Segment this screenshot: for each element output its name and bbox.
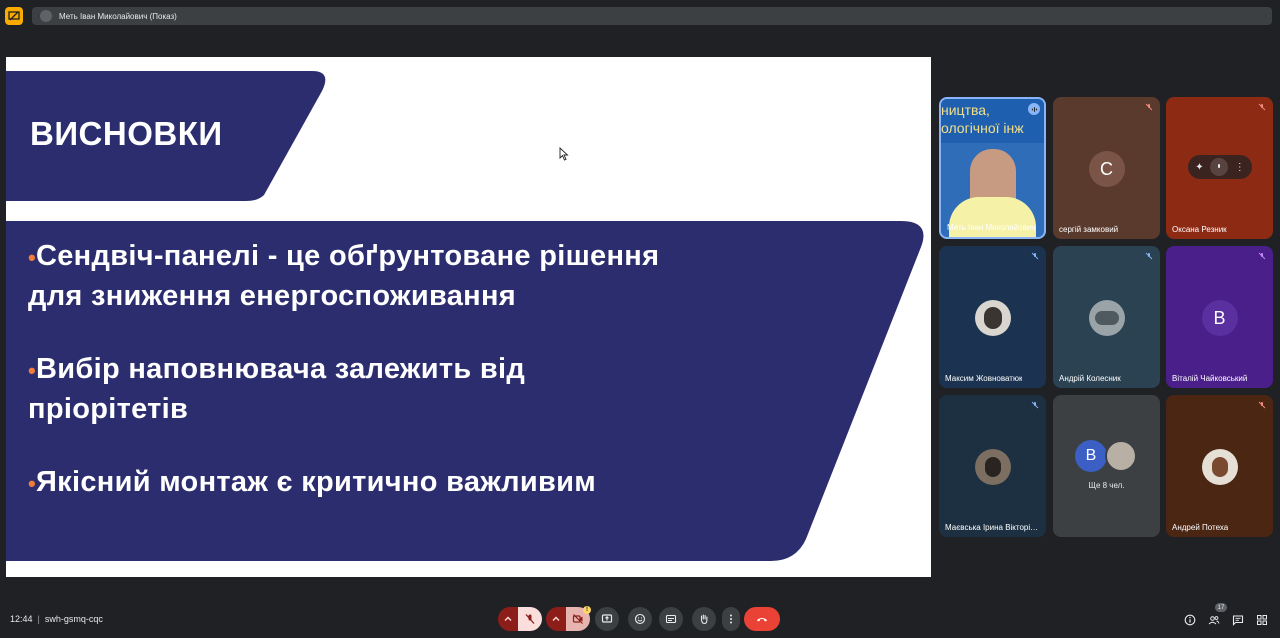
participant-tile[interactable]: В Віталій Чайковський [1166, 246, 1273, 388]
shared-slide: ВИСНОВКИ •Сендвіч-панелі - це обґрунтова… [6, 57, 931, 577]
bullet-1: •Сендвіч-панелі - це обґрунтоване рішенн… [28, 237, 788, 315]
mouse-cursor-icon [559, 147, 569, 161]
meeting-info: 12:44 | swh-gsmq-cqc [10, 614, 103, 624]
more-vert-icon [730, 614, 732, 624]
leave-call-button[interactable] [744, 607, 780, 631]
participant-tile[interactable]: Максим Жовноватюк [939, 246, 1046, 388]
audio-options-button[interactable] [498, 607, 518, 631]
participant-name: сергій замковий [1059, 225, 1119, 234]
camera-warning-badge: ! [583, 606, 591, 614]
mic-off-icon [525, 614, 535, 624]
bullet-2-line-1: Вибір наповнювача залежить від [36, 353, 526, 385]
mic-off-icon [1257, 400, 1267, 410]
reactions-button[interactable] [628, 607, 652, 631]
speaking-indicator-icon [1028, 103, 1040, 115]
participant-tile[interactable]: Маєвська Ірина Вікторівна [939, 395, 1046, 537]
mic-off-icon [1144, 102, 1154, 112]
participant-name: Меть Іван Миколайович [947, 223, 1036, 232]
presentation-bar[interactable]: Меть Іван Миколайович (Показ) [32, 7, 1272, 25]
avatar [1105, 440, 1137, 472]
clock: 12:44 [10, 614, 33, 624]
participant-tile[interactable]: С сергій замковий [1053, 97, 1160, 239]
hand-icon [700, 614, 708, 625]
participant-tile-active-speaker[interactable]: ництва, ологічної інж Меть Іван Миколайо… [939, 97, 1046, 239]
chat-button[interactable] [1230, 612, 1246, 628]
people-count-badge: 17 [1215, 603, 1227, 612]
chevron-up-icon [504, 616, 512, 621]
camera-off-icon [572, 614, 583, 624]
meet-logo-icon [5, 7, 23, 25]
mic-toggle-button[interactable] [518, 607, 542, 631]
more-participants-tile[interactable]: В Ще 8 чел. [1053, 395, 1160, 537]
mic-off-icon [1257, 102, 1267, 112]
info-icon [1184, 614, 1196, 626]
avatar [974, 300, 1011, 336]
chat-icon [1232, 615, 1244, 626]
present-button[interactable] [595, 607, 619, 631]
captions-icon [665, 614, 677, 624]
bullet-1-line-2: для зниження енергоспоживання [28, 280, 516, 312]
raise-hand-button[interactable] [692, 607, 716, 631]
banner-line-2: ологічної інж [941, 120, 1024, 136]
chevron-up-icon [552, 616, 560, 621]
hang-up-icon [757, 618, 767, 622]
bullet-dot: • [28, 358, 37, 383]
emoji-icon [634, 613, 646, 625]
tile-hover-controls[interactable]: ✦ ⋮ [1188, 155, 1252, 179]
meeting-details-button[interactable] [1182, 612, 1198, 628]
participant-name: Оксана Резник [1172, 225, 1227, 234]
participant-name: Максим Жовноватюк [945, 374, 1023, 383]
mic-off-icon [1030, 251, 1040, 261]
meeting-code: swh-gsmq-cqc [44, 614, 103, 624]
mic-off-icon [1030, 400, 1040, 410]
avatar [974, 449, 1011, 485]
slide-title: ВИСНОВКИ [30, 115, 223, 152]
presenter-title: Меть Іван Миколайович (Показ) [59, 11, 177, 21]
pin-icon[interactable]: ✦ [1195, 162, 1203, 173]
activities-button[interactable] [1254, 612, 1270, 628]
mute-participant-icon[interactable] [1210, 158, 1229, 176]
avatar [1201, 449, 1238, 485]
activities-grid-icon [1257, 615, 1267, 625]
participant-name: Віталій Чайковський [1172, 374, 1248, 383]
people-icon [1208, 616, 1220, 625]
avatar [1088, 300, 1125, 336]
avatar: В [1075, 440, 1107, 472]
presenter-avatar [40, 10, 52, 22]
bullet-3: •Якісний монтаж є критично важливим [28, 463, 788, 503]
participant-tile[interactable]: ✦ ⋮ Оксана Резник [1166, 97, 1273, 239]
bullet-3-line-1: Якісний монтаж є критично важливим [36, 466, 597, 498]
participant-name: Маєвська Ірина Вікторівна [945, 523, 1041, 532]
bullet-2: •Вибір наповнювача залежить від пріоріте… [28, 350, 788, 428]
bullet-dot: • [28, 245, 37, 270]
bullet-dot: • [28, 471, 37, 496]
avatar: В [1201, 300, 1238, 336]
mic-off-icon [1257, 251, 1267, 261]
bullet-1-line-1: Сендвіч-панелі - це обґрунтоване рішення [36, 240, 660, 272]
more-options-icon[interactable]: ⋮ [1235, 162, 1245, 173]
present-screen-icon [601, 614, 613, 623]
bullet-2-line-2: пріорітетів [28, 393, 189, 425]
avatar: С [1088, 151, 1125, 187]
participant-name: Андрей Потеха [1172, 523, 1229, 532]
more-options-button[interactable] [722, 607, 740, 631]
participant-tile[interactable]: Андрій Колесник [1053, 246, 1160, 388]
people-button[interactable] [1206, 612, 1222, 628]
participant-tile[interactable]: Андрей Потеха [1166, 395, 1273, 537]
participant-name: Андрій Колесник [1059, 374, 1121, 383]
mic-off-icon [1144, 251, 1154, 261]
captions-button[interactable] [659, 607, 683, 631]
video-options-button[interactable] [546, 607, 566, 631]
more-participants-label: Ще 8 чел. [1088, 481, 1125, 490]
